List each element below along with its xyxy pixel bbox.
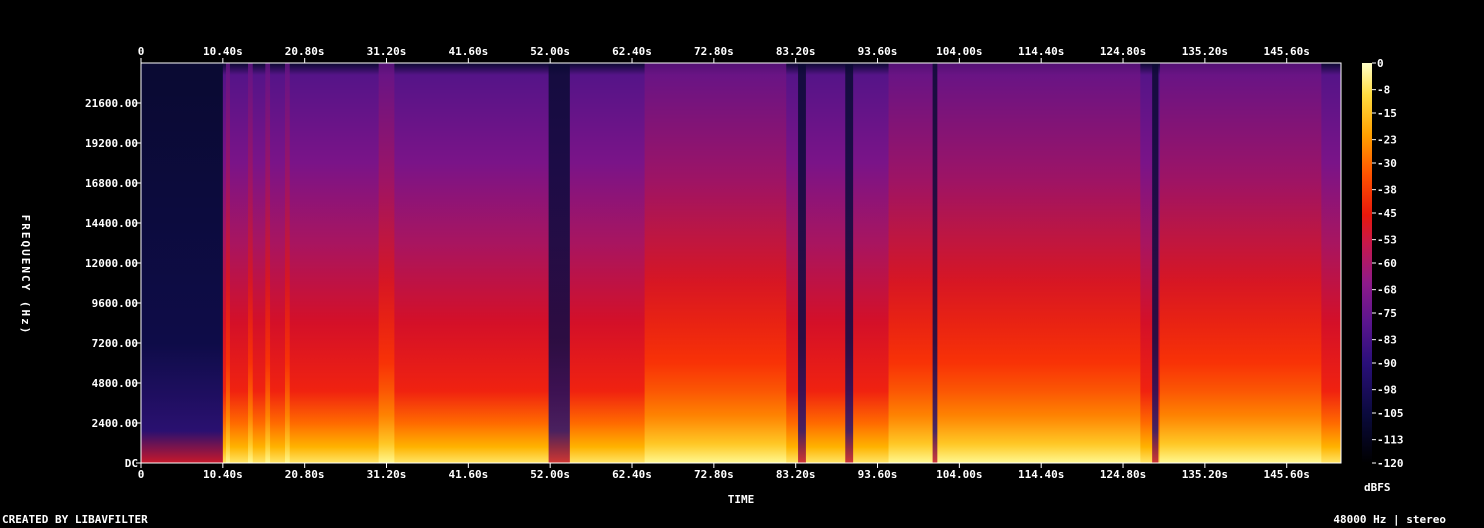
loud-segment-0 (225, 63, 230, 463)
colorbar-tick-label: -120 (1377, 457, 1404, 470)
colorbar-tick-label: -105 (1377, 407, 1404, 420)
quiet-segment-1 (548, 63, 570, 463)
x-tick-label-top: 135.20s (1182, 45, 1228, 58)
y-tick-label: 14400.00 (85, 217, 138, 230)
x-tick-label-top: 72.80s (694, 45, 734, 58)
quiet-segment-5 (1152, 63, 1159, 463)
colorbar-tick-label: -98 (1377, 384, 1397, 397)
x-tick-label-top: 93.60s (858, 45, 898, 58)
quiet-segment-0 (141, 63, 223, 463)
colorbar-tick-label: -15 (1377, 107, 1397, 120)
loud-segment-6 (888, 63, 1141, 463)
x-tick-label-top: 10.40s (203, 45, 243, 58)
x-tick-label-top: 145.60s (1264, 45, 1310, 58)
quiet-segment-4 (932, 63, 938, 463)
x-tick-label-top: 41.60s (448, 45, 488, 58)
y-tick-label: 9600.00 (92, 297, 138, 310)
x-tick-label-bottom: 62.40s (612, 468, 652, 481)
loud-segment-1 (248, 63, 253, 463)
x-tick-label-bottom: 41.60s (448, 468, 488, 481)
colorbar-tick-label: 0 (1377, 57, 1384, 70)
y-tick-label: 4800.00 (92, 377, 138, 390)
colorbar-tick-label: -45 (1377, 207, 1397, 220)
colorbar-ticks: 0 -8 -15 -23 -30 -38 -45 -53 -60 -68 -75 -83 -90 -98 -… (1372, 57, 1404, 470)
quiet-segment-3 (845, 63, 854, 463)
x-tick-label-bottom: 124.80s (1100, 468, 1146, 481)
footer-sample-rate: 48000 Hz | stereo (1333, 513, 1446, 526)
x-tick-label-top: 52.00s (530, 45, 570, 58)
y-tick-label: 12000.00 (85, 257, 138, 270)
y-tick-label: 19200.00 (85, 137, 138, 150)
x-tick-label-bottom: 104.00s (936, 468, 982, 481)
y-tick-label: 16800.00 (85, 177, 138, 190)
x-tick-label-bottom: 145.60s (1264, 468, 1310, 481)
x-tick-label-bottom: 72.80s (694, 468, 734, 481)
x-axis-top: 0 10.40s 20.80s 31.20s 41.60s 52.00s 62.40s 72.… (138, 45, 1310, 63)
spectrogram-chart: 0 10.40s 20.80s 31.20s 41.60s 52.00s 62.40s 72.… (19, 45, 1404, 506)
x-tick-label-bottom: 52.00s (530, 468, 570, 481)
x-tick-label-top: 114.40s (1018, 45, 1064, 58)
x-tick-label-top: 124.80s (1100, 45, 1146, 58)
loud-segment-3 (285, 63, 290, 463)
x-axis-bottom: 0 10.40s 20.80s 31.20s 41.60s 52.00s 62.40s 72.… (138, 463, 1310, 481)
x-tick-label-top: 31.20s (367, 45, 407, 58)
colorbar-tick-label: -83 (1377, 334, 1397, 347)
colorbar-tick-label: -90 (1377, 357, 1397, 370)
x-tick-label-bottom: 10.40s (203, 468, 243, 481)
x-tick-label-bottom: 20.80s (285, 468, 325, 481)
loud-segment-2 (265, 63, 271, 463)
x-tick-label-bottom: 0 (138, 468, 145, 481)
colorbar-tick-label: -23 (1377, 134, 1397, 147)
colorbar-tick-label: -60 (1377, 257, 1397, 270)
colorbar-tick-label: -38 (1377, 184, 1397, 197)
colorbar-tick-label: -30 (1377, 157, 1397, 170)
x-tick-label-bottom: 114.40s (1018, 468, 1064, 481)
colorbar-tick-label: -8 (1377, 84, 1390, 97)
x-tick-label-top: 0 (138, 45, 145, 58)
loud-segment-7 (1160, 63, 1322, 463)
colorbar (1362, 63, 1372, 463)
x-tick-label-bottom: 93.60s (858, 468, 898, 481)
x-tick-label-bottom: 83.20s (776, 468, 816, 481)
y-axis: DC 2400.00 4800.00 7200.00 9600.00 12000.00 14… (85, 97, 141, 470)
x-axis-label: TIME (728, 493, 755, 506)
y-tick-label: 7200.00 (92, 337, 138, 350)
y-axis-label: FREQUENCY (Hz) (19, 215, 32, 336)
y-tick-label: 21600.00 (85, 97, 138, 110)
colorbar-tick-label: -53 (1377, 234, 1397, 247)
y-tick-label: 2400.00 (92, 417, 138, 430)
loud-segment-5 (644, 63, 787, 463)
x-tick-label-top: 83.20s (776, 45, 816, 58)
colorbar-tick-label: -68 (1377, 284, 1397, 297)
quiet-segment-2 (798, 63, 806, 463)
colorbar-tick-label: -75 (1377, 307, 1397, 320)
loud-segment-4 (378, 63, 395, 463)
x-tick-label-top: 62.40s (612, 45, 652, 58)
x-tick-label-bottom: 31.20s (367, 468, 407, 481)
x-tick-label-top: 104.00s (936, 45, 982, 58)
y-tick-label: DC (125, 457, 138, 470)
colorbar-tick-label: -113 (1377, 434, 1404, 447)
colorbar-label: dBFS (1364, 481, 1391, 494)
footer-created-by: CREATED BY LIBAVFILTER (2, 513, 148, 526)
x-tick-label-bottom: 135.20s (1182, 468, 1228, 481)
x-tick-label-top: 20.80s (285, 45, 325, 58)
